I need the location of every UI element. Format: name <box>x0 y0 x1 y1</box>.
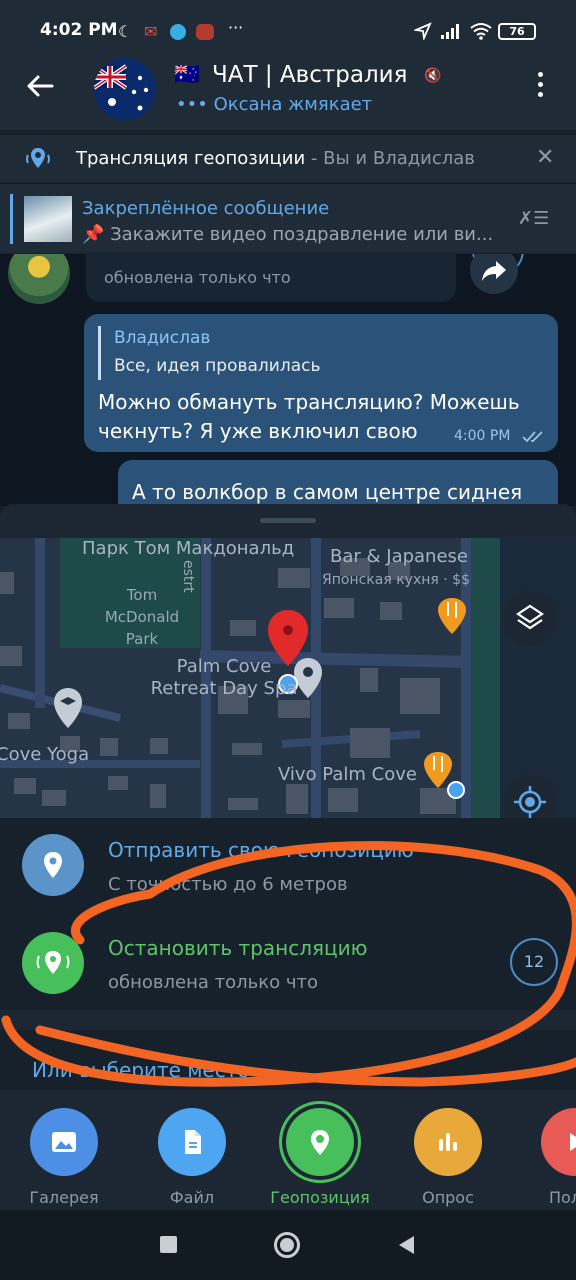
orange-scribble-annotation <box>1 841 576 1087</box>
my-location-button[interactable] <box>502 774 558 818</box>
telegram-icon <box>170 24 186 40</box>
wifi-icon <box>470 23 492 40</box>
chat-flag-emoji: 🇦🇺 <box>174 62 201 86</box>
pinned-indicator-bar <box>10 194 13 244</box>
attachment-bar: Галерея Файл Геопозиция Опрос Пол <box>0 1090 576 1220</box>
my-location-icon <box>514 786 546 818</box>
muted-icon: 🔇 <box>424 68 442 84</box>
moon-icon: ☾ <box>118 22 133 41</box>
attach-poll-button[interactable]: Опрос <box>393 1090 503 1207</box>
attach-location-label: Геопозиция <box>270 1188 370 1207</box>
message-bubble-live-location[interactable]: обновлена только что 13 <box>86 254 524 302</box>
more-menu-icon[interactable] <box>530 72 550 108</box>
map-label-bar: Bar & Japanese <box>330 546 468 567</box>
signal-icon <box>441 24 459 39</box>
australia-flag-icon <box>94 58 156 120</box>
file-icon <box>158 1108 226 1176</box>
forward-button[interactable] <box>470 254 518 294</box>
forward-arrow-icon <box>482 261 506 281</box>
poll-icon <box>414 1108 482 1176</box>
gallery-icon <box>30 1108 98 1176</box>
chat-avatar[interactable] <box>94 58 156 120</box>
map-view[interactable]: Парк Том Макдональд Tom McDonald Park es… <box>0 538 576 818</box>
attach-file-label: Файл <box>169 1188 215 1207</box>
quote-bar <box>98 326 101 380</box>
back-triangle-icon[interactable] <box>396 1234 416 1256</box>
message-bubble-outgoing[interactable]: А то волкбор в самом центре сиднея <box>118 460 558 506</box>
chat-messages: обновлена только что 13 Владислав Все, и… <box>0 254 576 506</box>
pinned-thumbnail <box>24 196 72 242</box>
message-text: А то волкбор в самом центре сиднея <box>132 480 523 504</box>
live-location-pin-icon <box>26 148 50 168</box>
live-location-title: Трансляция геопозиции <box>76 148 306 169</box>
location-pin-icon <box>286 1108 354 1176</box>
message-live-status: обновлена только что <box>104 268 291 287</box>
map-label-yoga: Cove Yoga <box>0 744 90 765</box>
gmail-icon: ✉ <box>144 22 158 41</box>
close-icon[interactable]: ✕ <box>536 145 554 170</box>
back-arrow-icon[interactable] <box>24 70 56 102</box>
live-location-bar[interactable]: Трансляция геопозиции - Вы и Владислав ✕ <box>0 134 576 182</box>
chat-header: 🇦🇺 ЧАТ | Австралия 🔇 ••• Оксана жмякает <box>0 46 576 130</box>
battery-indicator: 76 <box>498 23 536 40</box>
map-label-street: estrt <box>180 560 196 593</box>
music-icon <box>541 1108 576 1176</box>
message-time: 4:00 PM <box>454 428 511 444</box>
pinned-message-bar[interactable]: Закреплённое сообщение 📌 Закажите видео … <box>0 183 576 253</box>
map-label-vivo: Vivo Palm Cove <box>278 764 417 785</box>
attach-location-button[interactable]: Геопозиция <box>265 1090 375 1207</box>
attach-music-button[interactable]: Пол <box>521 1090 576 1207</box>
system-navigation-bar <box>0 1210 576 1280</box>
location-sheet: Парк Том Макдональд Tom McDonald Park es… <box>0 504 576 1280</box>
chat-title[interactable]: ЧАТ | Австралия <box>212 62 407 88</box>
app-notification-icon <box>196 24 214 40</box>
typing-status-text: Оксана жмякает <box>213 94 373 115</box>
typing-status: ••• Оксана жмякает <box>176 94 372 115</box>
pinned-title: Закреплённое сообщение <box>82 198 330 219</box>
drag-handle[interactable] <box>260 518 316 523</box>
pin-list-icon[interactable]: ✗☰ <box>518 208 549 229</box>
attach-music-label: Пол <box>549 1188 576 1207</box>
attach-gallery-button[interactable]: Галерея <box>9 1090 119 1207</box>
attach-poll-label: Опрос <box>422 1188 474 1207</box>
recents-button[interactable] <box>160 1236 177 1253</box>
map-label-retreat: Palm Cove Retreat Day Spa <box>150 656 298 699</box>
typing-dots-icon: ••• <box>176 94 208 115</box>
home-button[interactable] <box>274 1232 300 1258</box>
pinned-text: 📌 Закажите видео поздравление или ви... <box>82 224 494 245</box>
location-arrow-icon <box>414 22 432 40</box>
layers-icon <box>516 604 544 630</box>
map-label-park: Парк Том Макдональд <box>82 538 295 559</box>
sender-avatar[interactable] <box>8 254 70 304</box>
map-layers-button[interactable] <box>502 590 558 646</box>
live-location-text: Трансляция геопозиции - Вы и Владислав <box>76 148 475 169</box>
message-bubble-outgoing[interactable]: Владислав Все, идея провалилась Можно об… <box>84 314 558 452</box>
map-label-park-en: Tom McDonald Park <box>104 586 180 648</box>
read-checkmarks-icon <box>522 431 543 443</box>
more-notifications-icon: ··· <box>228 18 244 37</box>
quote-text: Все, идея провалилась <box>114 356 321 376</box>
map-label-bar-sub: Японская кухня · $$ <box>322 572 470 588</box>
attach-gallery-label: Галерея <box>29 1188 99 1207</box>
attach-file-button[interactable]: Файл <box>137 1090 247 1207</box>
quote-author: Владислав <box>114 328 211 348</box>
status-time: 4:02 PM <box>40 20 118 40</box>
live-location-participants: - Вы и Владислав <box>305 148 475 169</box>
